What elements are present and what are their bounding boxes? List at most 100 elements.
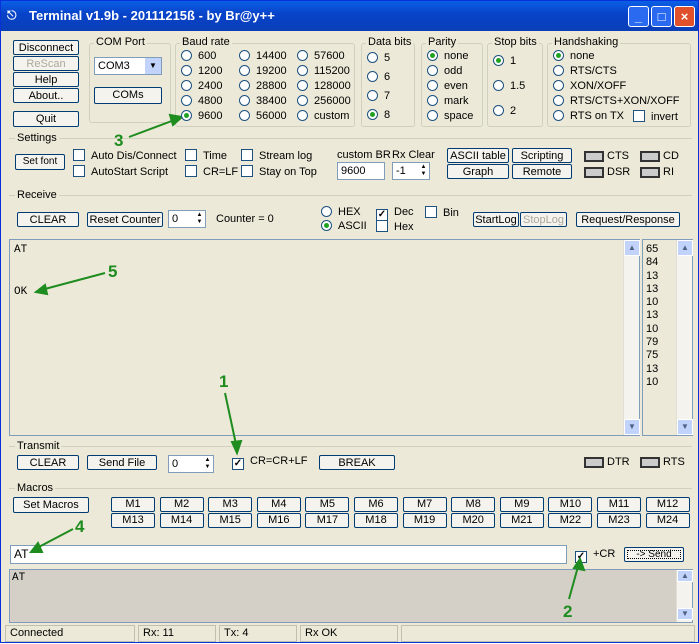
arrowhead-5 — [33, 283, 49, 296]
macro-m23-button[interactable]: M23 — [597, 513, 641, 528]
baud-128000-radio[interactable]: 128000 — [297, 80, 351, 94]
databits-7-radio-label: 7 — [384, 90, 391, 102]
databits-7-radio[interactable]: 7 — [367, 90, 390, 104]
radio-circle — [297, 50, 308, 61]
databits-8-radio-label: 8 — [384, 109, 391, 121]
macro-m22-button[interactable]: M22 — [548, 513, 593, 528]
baud-256000-radio-label: 256000 — [314, 95, 351, 107]
baud-57600-radio-label: 57600 — [314, 50, 345, 62]
stopbits-1-radio[interactable]: 1 — [493, 55, 516, 69]
macro-m1-button[interactable]: M1 — [111, 497, 155, 512]
macro-m14-button[interactable]: M14 — [159, 513, 204, 528]
baud-1200-radio[interactable]: 1200 — [181, 65, 222, 79]
baud-38400-radio[interactable]: 38400 — [239, 95, 287, 109]
baud-custom-radio[interactable]: custom — [297, 110, 349, 124]
arrowhead-2 — [572, 556, 586, 572]
macro-m19-button[interactable]: M19 — [402, 513, 447, 528]
baud-4800-radio[interactable]: 4800 — [181, 95, 222, 109]
arrow-3 — [128, 118, 178, 138]
databits-6-radio[interactable]: 6 — [367, 71, 390, 85]
macro-m20-button[interactable]: M20 — [451, 513, 496, 528]
baud-115200-radio[interactable]: 115200 — [297, 65, 350, 79]
baud-14400-radio[interactable]: 14400 — [239, 50, 287, 64]
baud-600-radio[interactable]: 600 — [181, 50, 216, 64]
parity-space-radio-label: space — [444, 110, 474, 122]
radio-circle — [239, 65, 250, 76]
macro-m12-button[interactable]: M12 — [645, 497, 690, 512]
macro-m16-button[interactable]: M16 — [256, 513, 301, 528]
annotation-5: 5 — [108, 262, 118, 281]
macro-m3-button[interactable]: M3 — [208, 497, 253, 512]
radio-circle — [553, 95, 564, 106]
macro-m15-button[interactable]: M15 — [208, 513, 253, 528]
baud-28800-radio[interactable]: 28800 — [239, 80, 287, 94]
arrow-1 — [224, 392, 238, 450]
stopbits-1.5-radio[interactable]: 1.5 — [493, 80, 525, 94]
macro-m13-button[interactable]: M13 — [111, 513, 155, 528]
macro-m18-button[interactable]: M18 — [354, 513, 398, 528]
macro-m2-button[interactable]: M2 — [159, 497, 204, 512]
handshaking-0-radio[interactable]: none — [553, 50, 594, 64]
macro-m4-button[interactable]: M4 — [256, 497, 301, 512]
macro-m17-button[interactable]: M17 — [305, 513, 350, 528]
baud-9600-radio-label: 9600 — [198, 110, 223, 122]
radio-circle — [181, 95, 192, 106]
databits-8-radio[interactable]: 8 — [367, 109, 390, 123]
macro-m5-button[interactable]: M5 — [305, 497, 350, 512]
handshaking-3-radio-label: RTS/CTS+XON/XOFF — [570, 95, 680, 107]
baud-19200-radio[interactable]: 19200 — [239, 65, 287, 79]
stopbits-2-radio-label: 2 — [510, 105, 517, 117]
radio-circle — [493, 105, 504, 116]
stopbits-2-radio[interactable]: 2 — [493, 105, 516, 119]
baud-1200-radio-label: 1200 — [198, 65, 223, 77]
radio-circle — [427, 80, 438, 91]
radio-circle — [181, 80, 192, 91]
arrowhead-4 — [28, 541, 44, 553]
parity-mark-radio[interactable]: mark — [427, 95, 468, 109]
radio-circle — [427, 95, 438, 106]
baud-256000-radio[interactable]: 256000 — [297, 95, 351, 109]
parity-even-radio-label: even — [444, 80, 468, 92]
baud-56000-radio[interactable]: 56000 — [239, 110, 287, 124]
baud-56000-radio-label: 56000 — [256, 110, 287, 122]
parity-even-radio[interactable]: even — [427, 80, 468, 94]
baud-128000-radio-label: 128000 — [314, 80, 351, 92]
annotation-4: 4 — [75, 517, 85, 536]
radio-circle — [553, 50, 564, 61]
radio-circle — [181, 65, 192, 76]
radio-circle — [427, 50, 438, 61]
macro-m6-button[interactable]: M6 — [354, 497, 398, 512]
parity-space-radio[interactable]: space — [427, 110, 473, 124]
handshaking-3-radio[interactable]: RTS/CTS+XON/XOFF — [553, 95, 680, 109]
radio-circle — [553, 80, 564, 91]
radio-circle — [367, 52, 378, 63]
arrowhead-1 — [230, 439, 243, 456]
baud-14400-radio-label: 14400 — [256, 50, 287, 62]
handshaking-4-radio[interactable]: RTS on TX — [553, 110, 624, 124]
handshaking-1-radio[interactable]: RTS/CTS — [553, 65, 617, 79]
radio-circle — [239, 95, 250, 106]
baud-57600-radio[interactable]: 57600 — [297, 50, 345, 64]
parity-none-radio[interactable]: none — [427, 50, 468, 64]
macro-m8-button[interactable]: M8 — [451, 497, 496, 512]
radio-circle — [367, 109, 378, 120]
parity-odd-radio[interactable]: odd — [427, 65, 462, 79]
radio-circle — [297, 95, 308, 106]
macro-m21-button[interactable]: M21 — [499, 513, 544, 528]
radio-circle — [367, 71, 378, 82]
macro-m9-button[interactable]: M9 — [499, 497, 544, 512]
macro-m11-button[interactable]: M11 — [597, 497, 641, 512]
baud-2400-radio[interactable]: 2400 — [181, 80, 222, 94]
databits-6-radio-label: 6 — [384, 71, 391, 83]
macro-m24-button[interactable]: M24 — [645, 513, 690, 528]
handshaking-0-radio-label: none — [570, 50, 595, 62]
handshaking-2-radio[interactable]: XON/XOFF — [553, 80, 626, 94]
databits-5-radio[interactable]: 5 — [367, 52, 390, 66]
radio-circle — [297, 110, 308, 121]
annotation-1: 1 — [219, 372, 229, 391]
macro-m7-button[interactable]: M7 — [402, 497, 447, 512]
baud-38400-radio-label: 38400 — [256, 95, 287, 107]
macro-m10-button[interactable]: M10 — [548, 497, 593, 512]
baud-9600-radio[interactable]: 9600 — [181, 110, 222, 124]
radio-circle — [493, 80, 504, 91]
